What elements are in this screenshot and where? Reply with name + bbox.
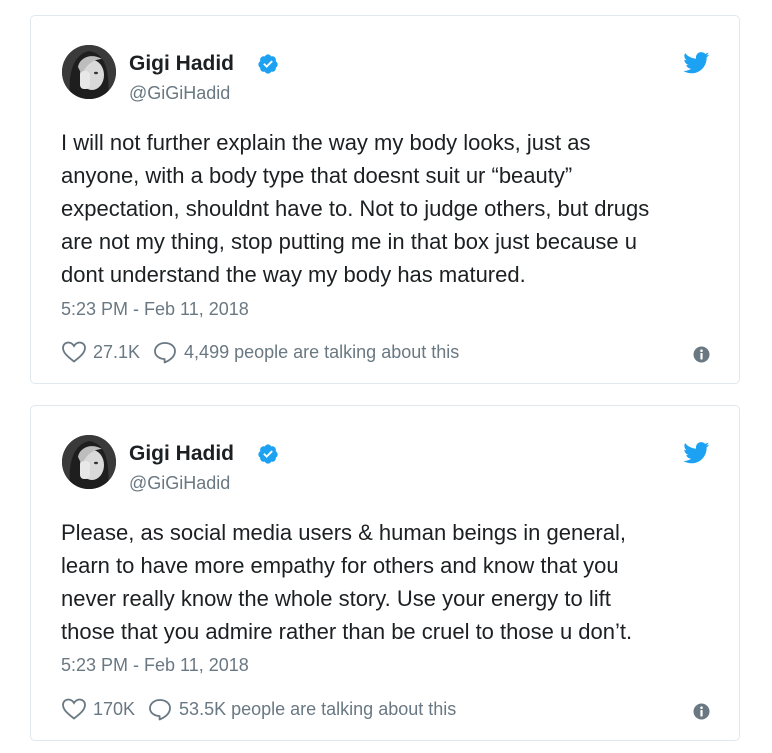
- timestamp[interactable]: 5:23 PM - Feb 11, 2018: [61, 654, 249, 676]
- tweet-text: I will not further explain the way my bo…: [61, 126, 721, 291]
- timestamp[interactable]: 5:23 PM - Feb 11, 2018: [61, 298, 249, 320]
- tweet-text-line: never really know the whole story. Use y…: [61, 586, 611, 611]
- tweet-text-line: Please, as social media users & human be…: [61, 520, 626, 545]
- reply-button[interactable]: 53.5K people are talking about this: [135, 697, 456, 721]
- display-name[interactable]: Gigi Hadid: [129, 52, 234, 76]
- tweet-text-line: learn to have more empathy for others an…: [61, 553, 619, 578]
- reply-icon: [154, 342, 176, 364]
- talking-count: 4,499 people are talking about this: [184, 341, 460, 362]
- twitter-bird-icon[interactable]: [683, 52, 710, 74]
- like-button[interactable]: 170K: [61, 697, 135, 721]
- tweet-text-line: expectation, shouldnt have to. Not to ju…: [61, 196, 650, 221]
- reply-icon: [149, 699, 171, 721]
- tweet-card[interactable]: Gigi Hadid @GiGiHadid I will not further…: [30, 15, 740, 384]
- avatar[interactable]: [62, 435, 116, 489]
- like-count: 170K: [93, 698, 136, 719]
- tweet-text-line: anyone, with a body type that doesnt sui…: [61, 163, 573, 188]
- info-icon[interactable]: [693, 703, 710, 720]
- like-button[interactable]: 27.1K: [61, 340, 140, 364]
- info-icon[interactable]: [693, 346, 710, 363]
- avatar[interactable]: [62, 45, 116, 99]
- tweet-text: Please, as social media users & human be…: [61, 516, 721, 648]
- tweet-card[interactable]: Gigi Hadid @GiGiHadid Please, as social …: [30, 405, 740, 741]
- verified-icon: [258, 444, 278, 464]
- handle[interactable]: @GiGiHadid: [129, 472, 230, 494]
- talking-count: 53.5K people are talking about this: [179, 698, 457, 719]
- display-name[interactable]: Gigi Hadid: [129, 442, 234, 466]
- like-count: 27.1K: [93, 341, 141, 362]
- heart-icon: [62, 341, 86, 363]
- tweet-text-line: are not my thing, stop putting me in tha…: [61, 229, 638, 254]
- tweet-actions: 27.1K 4,499 people are talking about thi…: [61, 339, 459, 365]
- handle[interactable]: @GiGiHadid: [129, 82, 230, 104]
- tweet-text-line: those that you admire rather than be cru…: [61, 619, 633, 644]
- verified-icon: [258, 54, 278, 74]
- tweet-actions: 170K 53.5K people are talking about this: [61, 696, 456, 722]
- twitter-bird-icon[interactable]: [683, 442, 710, 464]
- heart-icon: [62, 698, 86, 720]
- reply-button[interactable]: 4,499 people are talking about this: [140, 340, 459, 364]
- tweet-text-line: dont understand the way my body has matu…: [61, 262, 526, 287]
- tweet-text-line: I will not further explain the way my bo…: [61, 130, 591, 155]
